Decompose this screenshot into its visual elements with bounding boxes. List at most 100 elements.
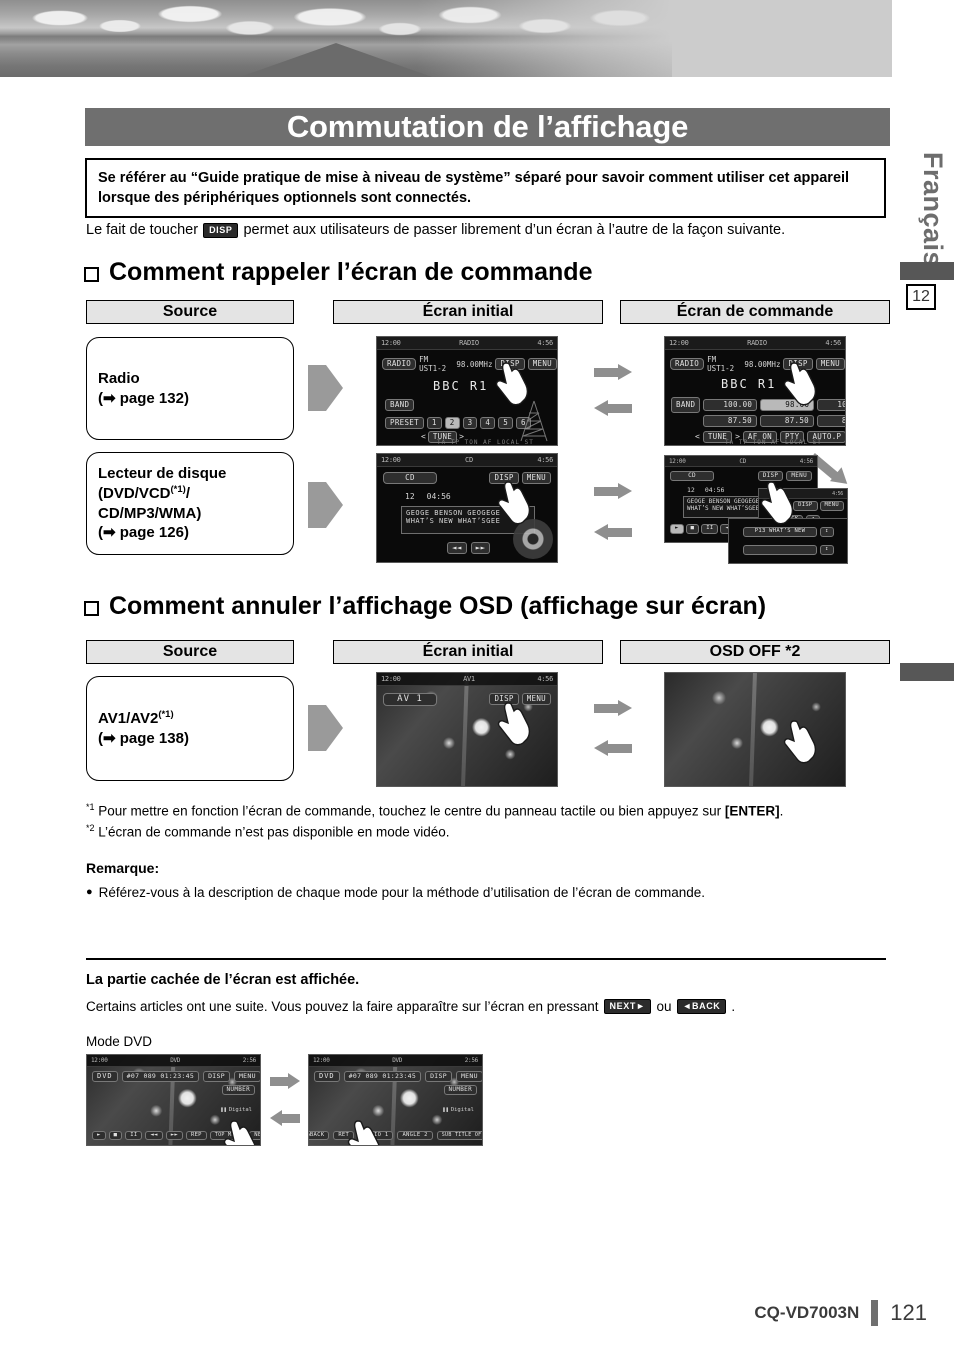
menu-button[interactable]: MENU [455, 1071, 482, 1082]
disp-button[interactable]: DISP [425, 1071, 452, 1082]
status-clock: 4:56 [537, 456, 553, 464]
radio-header-row: RADIO FM UST1-2 98.00MHz DISP MENU [382, 355, 557, 373]
preset-5[interactable]: 5 [498, 417, 514, 429]
slash: / [185, 484, 190, 502]
menu-button[interactable]: MENU [819, 501, 844, 511]
screen-dvd-page-2: 12:00 DVD 2:56 DVD #07 089 01:23:45 DISP… [308, 1054, 483, 1146]
radio-band-label[interactable]: RADIO [382, 358, 417, 370]
source-radio-page-text: page 132) [119, 389, 189, 407]
preset-value-5[interactable]: 87.50 [760, 415, 814, 427]
subtitle-button[interactable]: SUB TITLE OFF [436, 1130, 482, 1140]
banner-road [0, 41, 672, 77]
status-clock: 4:56 [537, 339, 553, 347]
tune-left-icon[interactable]: < [421, 432, 426, 441]
top-menu-button[interactable]: TOP MENU [209, 1130, 247, 1140]
preset-value-3[interactable]: 103.00 [817, 399, 845, 411]
radio-frequency: 98.00MHz [744, 359, 781, 369]
dvd-mode-button[interactable]: DVD [92, 1071, 118, 1082]
cd-mode-button[interactable]: CD [670, 471, 714, 481]
back-key-icon: ◄BACK [676, 999, 727, 1014]
av-mode-row: AV 1 [383, 693, 437, 706]
list-item-empty[interactable] [743, 545, 817, 555]
square-bullet-icon [84, 601, 99, 616]
prev-track-button[interactable]: ◄◄ [447, 542, 467, 554]
tune-left-icon[interactable]: < [695, 432, 700, 441]
dvd-header-row: DVD #07 089 01:23:45 DISP MENU [314, 1071, 482, 1082]
stop-button[interactable]: ■ [685, 524, 700, 534]
divider-rule [86, 958, 886, 960]
preset-value-6[interactable]: 88.00 [817, 415, 845, 427]
list-item-button[interactable]: P13 WHAT’S NEW [743, 527, 817, 537]
av1-mode-button[interactable]: AV 1 [383, 693, 437, 706]
status-left: 12:00 [669, 339, 689, 347]
menu-button[interactable]: MENU [233, 1071, 260, 1082]
disp-button[interactable]: DISP [203, 1071, 230, 1082]
next-track-button[interactable]: ►► [470, 542, 491, 554]
preset-3[interactable]: 3 [462, 417, 478, 429]
footnote-ref-1: (*1) [170, 483, 186, 495]
hidden-part-body: Certains articles ont une suite. Vous po… [86, 999, 735, 1014]
menu-button[interactable]: MENU [786, 471, 812, 481]
pause-button[interactable]: II [125, 1130, 143, 1140]
back-page-button[interactable]: ◄BACK [309, 1130, 330, 1140]
list-stepper[interactable]: ↕ [820, 527, 834, 537]
stop-button[interactable]: ■ [108, 1130, 123, 1140]
radio-band-info: FM UST1-2 [419, 355, 447, 373]
preset-value-2[interactable]: 98.00 [760, 399, 815, 411]
menu-button[interactable]: MENU [521, 693, 551, 705]
preset-value-4[interactable]: 87.50 [703, 415, 757, 427]
dolby-icon: ❚❚ [220, 1107, 227, 1113]
angle-button[interactable]: ANGLE 2 [397, 1130, 433, 1140]
menu-button[interactable]: MENU [521, 472, 551, 484]
pause-button[interactable]: II [701, 524, 719, 534]
cd-mode-button[interactable]: CD [383, 472, 437, 484]
status-mode: RADIO [747, 339, 767, 347]
status-mode: AV1 [463, 675, 475, 683]
audio-button[interactable]: AUDIO 1 [358, 1130, 394, 1140]
radio-band-label[interactable]: RADIO [670, 358, 705, 370]
band-button[interactable]: BAND [671, 397, 701, 413]
source-disc-label-1: Lecteur de disque [98, 464, 227, 482]
preset-4[interactable]: 4 [480, 417, 496, 429]
disp-button[interactable]: DISP [489, 693, 519, 705]
disp-button[interactable]: DISP [783, 358, 813, 370]
list-stepper-2[interactable]: ↕ [820, 545, 834, 555]
source-box-disc: Lecteur de disque (DVD/VCD(*1)/ CD/MP3/W… [86, 452, 294, 555]
screen-disc-initial: 12:00 CD 4:56 CD DISP MENU 12 04:56 GEOG… [376, 453, 558, 563]
disp-button[interactable]: DISP [793, 501, 818, 511]
prev-button[interactable]: ◄◄ [145, 1130, 163, 1140]
screen-radio-initial: 12:00 RADIO 4:56 RADIO FM UST1-2 98.00MH… [376, 336, 558, 446]
band-button[interactable]: BAND [385, 399, 415, 411]
next-button[interactable]: ►► [165, 1130, 183, 1140]
return-button[interactable]: RET [333, 1130, 355, 1140]
arrow-left-disc [594, 524, 632, 541]
preset-1[interactable]: 1 [426, 417, 442, 429]
screen-av-osd-off [664, 672, 846, 787]
digital-label: Digital [450, 1107, 474, 1113]
rep-button[interactable]: REP [185, 1130, 207, 1140]
play-button[interactable]: ► [92, 1130, 106, 1140]
disp-button[interactable]: DISP [757, 471, 784, 481]
dvd-mode-button[interactable]: DVD [314, 1071, 340, 1082]
preset-2[interactable]: 2 [444, 417, 460, 429]
track-number: 12 [687, 486, 695, 494]
banner-photo [0, 0, 672, 77]
menu-button[interactable]: MENU [815, 358, 845, 370]
play-button[interactable]: ► [670, 524, 684, 534]
disc-title-line-2: WHAT’S NEW WHAT’SGEE [406, 517, 501, 525]
status-clock: 2:56 [464, 1057, 479, 1064]
number-button[interactable]: NUMBER [443, 1085, 477, 1095]
number-button[interactable]: NUMBER [221, 1085, 255, 1095]
preset-value-1[interactable]: 100.00 [703, 399, 758, 411]
next-page-button[interactable]: NEXT► [249, 1130, 260, 1140]
status-mode: DVD [170, 1057, 181, 1064]
intro-text-after: permet aux utilisateurs de passer librem… [243, 222, 786, 238]
disp-button[interactable]: DISP [495, 358, 525, 370]
status-left: 12:00 [669, 457, 686, 465]
source-disc-label-3: CD/MP3/WMA) [98, 504, 202, 522]
language-tab-label: Français [918, 152, 948, 268]
col-header-control-1: Écran de commande [620, 300, 890, 324]
menu-button[interactable]: MENU [527, 358, 557, 370]
disp-button[interactable]: DISP [489, 472, 519, 484]
arrow-right-radio [594, 364, 632, 381]
